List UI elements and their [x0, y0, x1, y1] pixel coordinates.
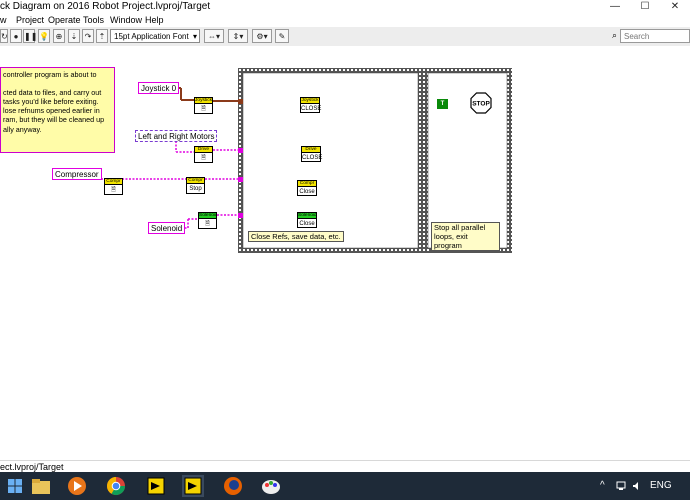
true-constant[interactable]: T	[437, 99, 448, 109]
tray-overflow-icon[interactable]: ^	[600, 472, 605, 500]
document-icon: 🗎	[201, 155, 206, 161]
comment-line	[3, 79, 112, 88]
tunnel-motors	[238, 148, 243, 153]
comment-line: controller program is about to	[3, 70, 97, 79]
labview-icon[interactable]	[145, 475, 167, 497]
labview-block-diagram-icon[interactable]	[182, 475, 204, 497]
drive-close-node[interactable]: Drive CLOSE	[301, 146, 323, 162]
frame-2-label-line: Stop all parallel	[434, 223, 486, 232]
frame-1-label[interactable]: Close Refs, save data, etc.	[248, 231, 344, 242]
solenoid-close-node[interactable]: Solenoid Close	[297, 212, 317, 228]
firefox-icon[interactable]	[222, 475, 244, 497]
network-icon[interactable]	[616, 481, 626, 491]
paint-icon[interactable]	[260, 475, 282, 497]
project-path: ect.lvproj/Target	[0, 462, 64, 472]
tunnel-joystick	[238, 99, 243, 104]
tunnel-compressor	[238, 177, 243, 182]
tunnel-solenoid	[238, 213, 243, 218]
motors-refnum-control[interactable]: Left and Right Motors	[135, 130, 218, 142]
solenoid-refnum-control[interactable]: Solenoid	[148, 222, 186, 234]
comment-line: tasks you'd like before exiting.	[3, 97, 99, 107]
node-label: CLOSE	[301, 106, 322, 112]
comment-line: cted data to files, and carry out	[3, 88, 102, 98]
media-player-icon[interactable]	[66, 475, 88, 497]
comment-line: lose refnums opened earlier in	[3, 106, 100, 116]
document-icon: 🗎	[205, 221, 210, 227]
comment-line: ram, but they will be cleaned up	[3, 115, 105, 125]
node-label: Stop	[189, 186, 202, 192]
sequence-frame-1	[242, 72, 419, 249]
compressor-get-refnum-node[interactable]: Compr 🗎	[104, 178, 123, 195]
chrome-icon[interactable]	[105, 475, 127, 497]
file-explorer-icon[interactable]	[30, 475, 52, 497]
node-label: Close	[299, 221, 315, 227]
node-label: Close	[299, 189, 315, 195]
diagram-comment[interactable]: controller program is about to cted data…	[0, 67, 115, 153]
drive-get-refnum-node[interactable]: Drive 🗎	[194, 146, 213, 163]
comment-line: ally anyway.	[3, 124, 42, 134]
windows-start-icon[interactable]	[4, 475, 26, 497]
document-icon: 🗎	[201, 106, 206, 112]
volume-icon[interactable]	[632, 481, 642, 491]
node-label: CLOSE	[302, 155, 323, 161]
stop-icon[interactable]: STOP	[470, 92, 492, 114]
joystick-close-node[interactable]: Joystick CLOSE	[300, 97, 322, 113]
solenoid-get-refnum-node[interactable]: Solenoid 🗎	[198, 212, 217, 229]
language-indicator[interactable]: ENG	[650, 472, 672, 500]
joystick-refnum-control[interactable]: Joystick 0	[138, 82, 180, 94]
compressor-close-node[interactable]: Compr Close	[297, 180, 317, 196]
frame-2-label-line: loops, exit program	[434, 232, 468, 250]
compressor-stop-node[interactable]: Compr Stop	[186, 177, 205, 194]
joystick-get-refnum-node[interactable]: Joystick 🗎	[194, 97, 213, 114]
stop-label: STOP	[472, 101, 490, 108]
taskbar: ^ ENG	[0, 472, 690, 500]
compressor-refnum-control[interactable]: Compressor	[52, 168, 102, 180]
frame-2-label[interactable]: Stop all parallel loops, exit program	[431, 222, 500, 251]
document-icon: 🗎	[111, 187, 116, 193]
